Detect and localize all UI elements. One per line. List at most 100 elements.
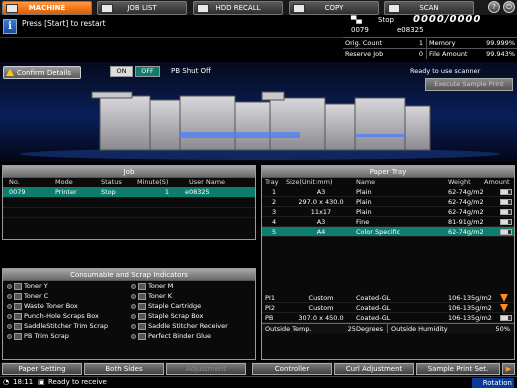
tab-copy[interactable]: COPY [289, 1, 379, 15]
environment-bar: Outside Temp. 25Degrees Outside Humidity… [262, 323, 514, 333]
table-row[interactable] [3, 217, 255, 227]
tab-machine[interactable]: MACHINE [2, 1, 92, 15]
status-dot-icon [7, 293, 12, 299]
list-item[interactable]: Perfect Binder Glue [131, 331, 255, 341]
help-icon[interactable]: ? [488, 1, 500, 13]
table-row[interactable]: 5 A4 Color Specific 62-74g/m2 [262, 227, 514, 237]
job-user: e08325 [185, 188, 210, 196]
col-minute: Minute(S) [137, 178, 169, 186]
tray-paper-name: Plain [356, 208, 372, 216]
power-icon[interactable]: ⏻ [503, 1, 515, 13]
tray-weight: 106-135g/m2 [448, 304, 492, 312]
toner-icon [14, 282, 22, 290]
tray-paper-name: Coated-GL [356, 304, 391, 312]
job-panel-title: Job [3, 166, 255, 178]
rotation-indicator: Rotation [472, 378, 514, 388]
col-amount: Amount [484, 178, 510, 186]
table-row[interactable]: PI2 Custom Coated-GL 106-135g/m2 [262, 303, 514, 313]
table-row[interactable]: PI1 Custom Coated-GL 106-135g/m2 [262, 293, 514, 303]
tray-paper-name: Coated-GL [356, 294, 391, 302]
tab-hdd-recall[interactable]: HDD RECALL [193, 1, 283, 15]
list-icon [101, 4, 113, 13]
top-tab-bar: MACHINE JOB LIST HDD RECALL COPY SCAN ? … [0, 0, 517, 15]
trim-icon [14, 332, 22, 340]
tray-number: 2 [272, 198, 277, 206]
tray-size: 307.0 x 450.0 [298, 314, 344, 322]
list-item[interactable]: SaddleStitcher Trim Scrap [7, 321, 131, 331]
job-minute: 1 [164, 188, 169, 196]
tray-paper-name: Color Specific [356, 228, 401, 236]
col-status: Status [101, 178, 122, 186]
machine-illustration[interactable] [0, 62, 517, 162]
curl-adjustment-button[interactable]: Curl Adjustment [334, 363, 414, 375]
table-row[interactable]: 4 A3 Fine 81-91g/m2 [262, 217, 514, 227]
table-row[interactable]: 1 A3 Plain 62-74g/m2 [262, 187, 514, 197]
table-row[interactable]: 0079 Printer Stop 1 e08325 [3, 187, 255, 197]
trim-icon [14, 322, 22, 330]
bottom-button-bar: Paper Setting Both Sides Adjustment Cont… [0, 362, 517, 375]
table-row[interactable]: 2 297.0 x 430.0 Plain 62-74g/m2 [262, 197, 514, 207]
print-count: 0000/0000 [413, 14, 482, 25]
amount-gauge-icon [500, 219, 512, 225]
status-dot-icon [7, 283, 12, 289]
file-amount-label: File Amount [429, 50, 468, 58]
list-item[interactable]: PB Trim Scrap [7, 331, 131, 341]
consumable-label: Waste Toner Box [24, 302, 78, 310]
consumables-grid: Toner Y Toner M Toner C Toner K Waste To… [3, 281, 255, 341]
tray-weight: 81-91g/m2 [448, 218, 484, 226]
list-item[interactable]: Toner K [131, 291, 255, 301]
list-item[interactable]: Staple Scrap Box [131, 311, 255, 321]
tab-scan[interactable]: SCAN [384, 1, 474, 15]
next-page-button[interactable]: ▶ [502, 363, 515, 375]
list-item[interactable]: Saddle Stitcher Receiver [131, 321, 255, 331]
job-table-header: No. Mode Status Minute(S) User Name [3, 178, 255, 187]
table-row[interactable]: PB 307.0 x 450.0 Coated-GL 106-135g/m2 [262, 313, 514, 323]
tray-number: PI2 [265, 304, 275, 312]
list-item[interactable]: Staple Cartridge [131, 301, 255, 311]
tray-size: 11x17 [310, 208, 332, 216]
list-item[interactable]: Toner M [131, 281, 255, 291]
scan-icon [388, 4, 400, 13]
orig-count-value: 1 [399, 38, 427, 48]
amount-gauge-icon [500, 189, 512, 195]
consumable-label: Toner K [148, 292, 172, 300]
tray-paper-name: Plain [356, 198, 372, 206]
both-sides-button[interactable]: Both Sides [84, 363, 164, 375]
tray-number: PB [265, 314, 274, 322]
list-item[interactable]: Toner C [7, 291, 131, 301]
job-panel: Job No. Mode Status Minute(S) User Name … [2, 165, 256, 240]
footer-status-text: Ready to receive [48, 378, 107, 386]
consumable-label: Saddle Stitcher Receiver [148, 322, 228, 330]
tab-scan-label: SCAN [419, 4, 439, 12]
table-row[interactable] [3, 207, 255, 217]
paper-setting-button[interactable]: Paper Setting [2, 363, 82, 375]
consumable-label: Staple Scrap Box [148, 312, 204, 320]
table-row[interactable] [3, 197, 255, 207]
paper-tray-header: Tray Size(Unit:mm) Name Weight Amount [262, 178, 514, 187]
fan-icon [500, 294, 508, 302]
list-item[interactable]: Punch-Hole Scraps Box [7, 311, 131, 321]
status-dot-icon [131, 333, 136, 339]
counters: Orig. Count 1 Memory 99.999% Reserve Job… [343, 37, 517, 63]
tab-machine-label: MACHINE [28, 4, 66, 12]
stop-icon: ▀▄ [351, 16, 362, 24]
tray-number: PI1 [265, 294, 275, 302]
table-row[interactable]: 3 11x17 Plain 62-74g/m2 [262, 207, 514, 217]
status-dot-icon [131, 283, 136, 289]
tray-number: 5 [272, 228, 277, 236]
sample-print-set-button[interactable]: Sample Print Set. [416, 363, 500, 375]
consumable-label: PB Trim Scrap [24, 332, 69, 340]
adjustment-button[interactable]: Adjustment [166, 363, 246, 375]
tab-job-list[interactable]: JOB LIST [97, 1, 187, 15]
memory-label: Memory [429, 39, 456, 47]
list-item[interactable]: Waste Toner Box [7, 301, 131, 311]
glue-icon [138, 332, 146, 340]
col-name: Name [356, 178, 376, 186]
controller-button[interactable]: Controller [252, 363, 332, 375]
amount-gauge-icon [500, 315, 512, 321]
list-item[interactable]: Toner Y [7, 281, 131, 291]
status-dot-icon [7, 333, 12, 339]
waste-toner-icon [14, 302, 22, 310]
counter-row: Orig. Count 1 Memory 99.999% [343, 37, 517, 48]
printer-icon [6, 4, 18, 13]
